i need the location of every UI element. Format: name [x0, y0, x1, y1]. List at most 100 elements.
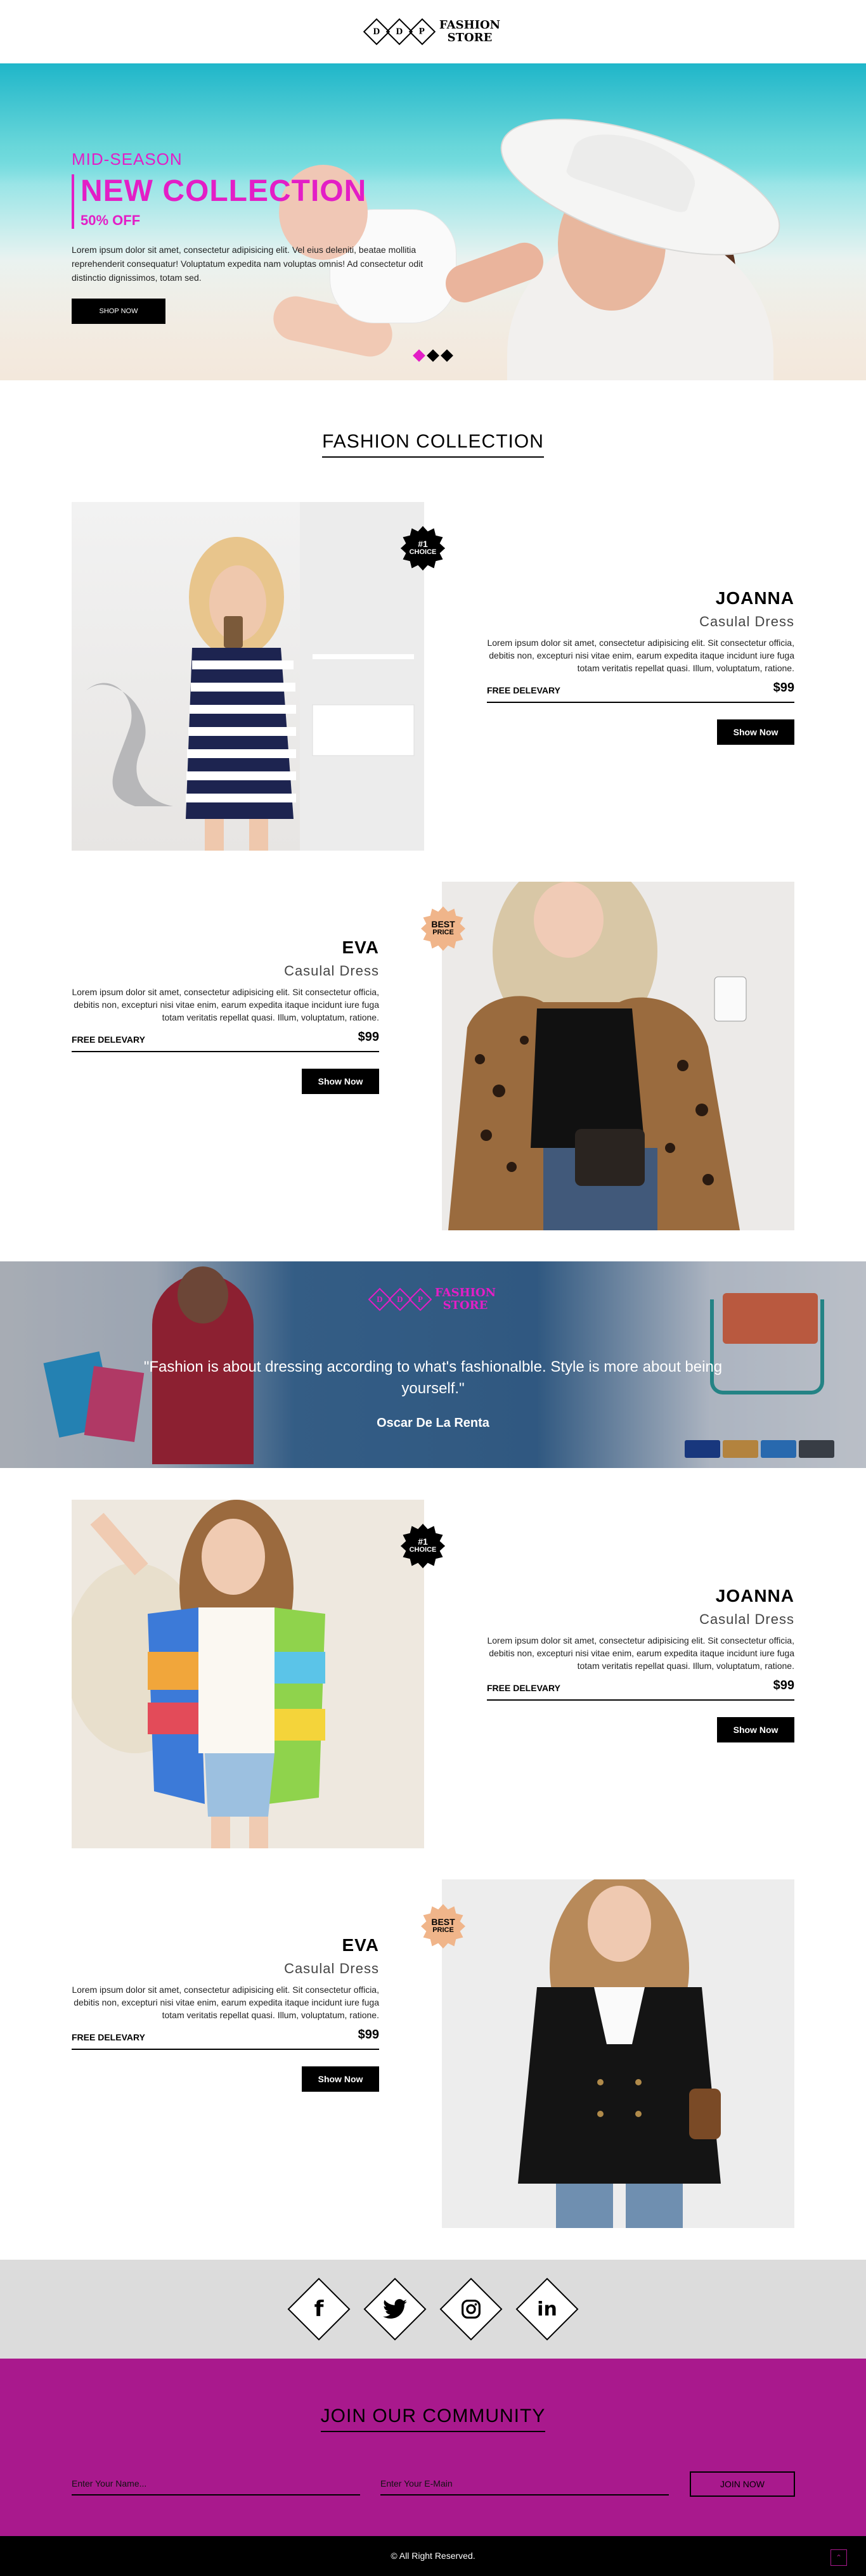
page: D D P FASHION STORE MID-SEASON NEW COLLE…: [0, 0, 866, 2576]
linkedin-link[interactable]: in: [515, 2277, 579, 2341]
product-card-eva: EVA Casulal Dress Lorem ipsum dolor sit …: [72, 937, 379, 1094]
product-description: Lorem ipsum dolor sit amet, consectetur …: [487, 1635, 794, 1671]
badge-line-1: #1: [418, 539, 428, 549]
product-description: Lorem ipsum dolor sit amet, consectetur …: [72, 987, 379, 1022]
twitter-icon: [383, 2299, 407, 2319]
product-photo-joanna-striped: [84, 502, 424, 851]
product-description: Lorem ipsum dolor sit amet, consectetur …: [487, 638, 794, 673]
logo-letter: D: [397, 1294, 403, 1304]
product-image[interactable]: [442, 882, 794, 1230]
show-now-button[interactable]: Show Now: [717, 719, 794, 745]
name-input[interactable]: [72, 2473, 360, 2496]
site-logo[interactable]: D D P FASHION STORE: [363, 18, 500, 46]
product-name: EVA: [342, 1935, 379, 1955]
shop-now-button[interactable]: SHOP NOW: [72, 299, 165, 324]
shipping-label: FREE DELEVARY: [487, 1683, 560, 1693]
product-photo-eva-coat: [442, 1879, 794, 2228]
show-now-button[interactable]: Show Now: [717, 1717, 794, 1742]
product-meta: FREE DELEVARY $99: [487, 681, 794, 703]
product-meta: FREE DELEVARY $99: [72, 2028, 379, 2050]
badge-line-1: BEST: [431, 919, 455, 929]
community-title: JOIN OUR COMMUNITY: [320, 2405, 546, 2432]
logo-line-1: FASHION: [434, 1286, 496, 1299]
product-card-joanna: JOANNA Casulal Dress Lorem ipsum dolor s…: [487, 1586, 794, 1742]
collection-title: FASHION COLLECTION: [322, 431, 544, 458]
quote-text: "Fashion is about dressing according to …: [143, 1358, 723, 1397]
product-type: Casulal Dress: [284, 963, 379, 979]
logo-letter: D: [396, 26, 403, 37]
logo-letter: D: [373, 26, 380, 37]
quote-logo: D D P FASHION STORE: [0, 1287, 866, 1312]
facebook-link[interactable]: f: [287, 2277, 351, 2341]
hero-kicker: MID-SEASON: [72, 150, 183, 169]
badge-line-2: CHOICE: [409, 1546, 437, 1554]
quote-author: Oscar De La Renta: [377, 1416, 489, 1430]
logo-text: FASHION STORE: [435, 1287, 496, 1312]
product-card-eva: EVA Casulal Dress Lorem ipsum dolor sit …: [72, 1935, 379, 2092]
logo-mark: D D P: [368, 1287, 432, 1311]
logo-mark: D D P: [363, 18, 436, 46]
shipping-label: FREE DELEVARY: [72, 1034, 145, 1045]
logo-letter: P: [417, 1294, 423, 1304]
copyright-text: © All Right Reserved.: [391, 2551, 475, 2561]
shipping-label: FREE DELEVARY: [72, 2032, 145, 2042]
site-header: D D P FASHION STORE: [0, 0, 866, 63]
carousel-dot-3[interactable]: [441, 349, 453, 362]
product-price: $99: [773, 681, 794, 695]
instagram-icon: [462, 2300, 481, 2319]
chevron-up-icon: ⌃: [835, 2553, 843, 2562]
hero-content: MID-SEASON NEW COLLECTION 50% OFF Lorem …: [72, 150, 452, 324]
carousel-dot-2[interactable]: [427, 349, 439, 362]
product-name: JOANNA: [715, 588, 794, 608]
social-links: f in: [0, 2260, 866, 2359]
facebook-icon: f: [314, 2296, 324, 2322]
instagram-link[interactable]: [439, 2277, 503, 2341]
hero-description: Lorem ipsum dolor sit amet, consectetur …: [72, 245, 423, 283]
product-image[interactable]: [72, 1500, 424, 1848]
product-type: Casulal Dress: [284, 1961, 379, 1976]
shipping-label: FREE DELEVARY: [487, 685, 560, 695]
hero-offer: 50% OFF: [81, 212, 141, 228]
product-type: Casulal Dress: [699, 614, 794, 629]
email-input[interactable]: [380, 2473, 669, 2496]
product-photo-eva-leopard: [442, 882, 794, 1230]
linkedin-icon: in: [537, 2298, 557, 2321]
show-now-button[interactable]: Show Now: [302, 1069, 379, 1094]
product-card-joanna: JOANNA Casulal Dress Lorem ipsum dolor s…: [487, 588, 794, 745]
hero-title: NEW COLLECTION: [81, 174, 367, 208]
badge-line-1: #1: [418, 1536, 428, 1547]
logo-line-1: FASHION: [439, 18, 501, 32]
product-type: Casulal Dress: [699, 1611, 794, 1627]
site-footer: © All Right Reserved.: [0, 2536, 866, 2576]
product-price: $99: [358, 1030, 379, 1044]
hero-title-box: NEW COLLECTION 50% OFF: [72, 174, 452, 229]
badge-line-2: CHOICE: [409, 548, 437, 556]
product-name: EVA: [342, 937, 379, 957]
carousel-dot-1[interactable]: [413, 349, 425, 362]
badge-line-1: BEST: [431, 1917, 455, 1927]
logo-line-2: STORE: [443, 1299, 488, 1312]
product-image[interactable]: [72, 502, 424, 851]
collection-heading: FASHION COLLECTION: [0, 431, 866, 458]
product-price: $99: [773, 1678, 794, 1692]
product-price: $99: [358, 2028, 379, 2042]
logo-letter: D: [377, 1294, 383, 1304]
product-meta: FREE DELEVARY $99: [487, 1678, 794, 1701]
badge-line-2: PRICE: [432, 929, 454, 936]
product-meta: FREE DELEVARY $99: [72, 1030, 379, 1052]
community-section: JOIN OUR COMMUNITY JOIN NOW: [0, 2359, 866, 2536]
logo-text: FASHION STORE: [439, 19, 500, 44]
logo-line-2: STORE: [447, 31, 493, 44]
join-now-button[interactable]: JOIN NOW: [690, 2471, 795, 2497]
product-description: Lorem ipsum dolor sit amet, consectetur …: [72, 1985, 379, 2020]
product-image[interactable]: [442, 1879, 794, 2228]
twitter-link[interactable]: [363, 2277, 427, 2341]
badge-line-2: PRICE: [432, 1926, 454, 1934]
hero-carousel-dots: [413, 349, 453, 362]
logo-letter: P: [419, 26, 425, 37]
community-heading: JOIN OUR COMMUNITY: [0, 2405, 866, 2432]
scroll-to-top-button[interactable]: ⌃: [830, 2549, 847, 2566]
show-now-button[interactable]: Show Now: [302, 2066, 379, 2092]
product-photo-joanna-cardigan: [72, 1500, 424, 1848]
product-name: JOANNA: [715, 1586, 794, 1606]
